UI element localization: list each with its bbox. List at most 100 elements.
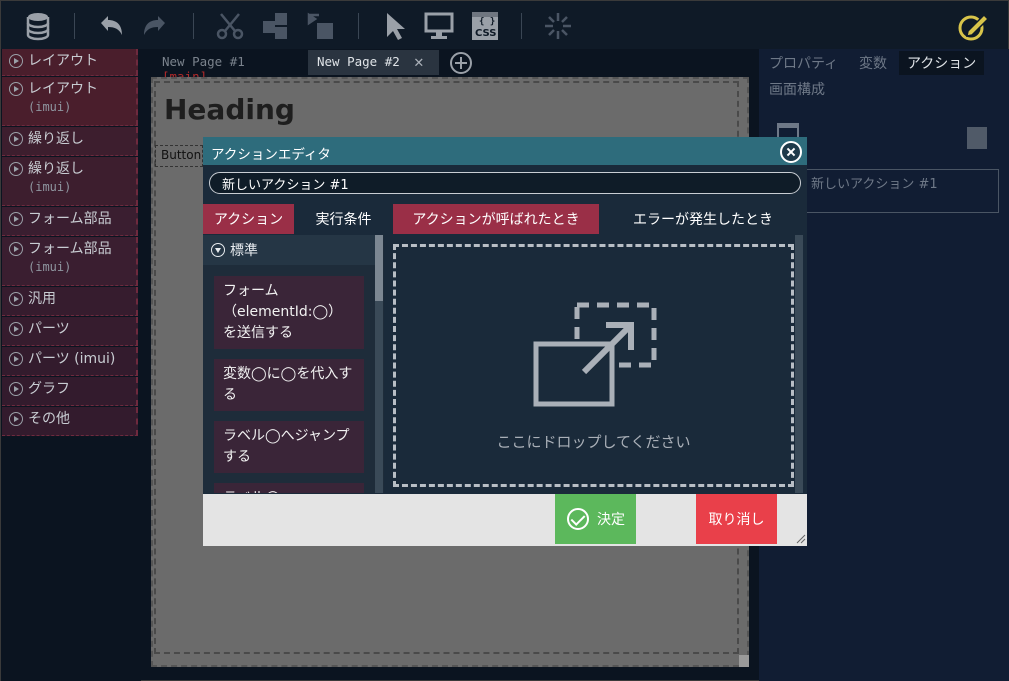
- palette-item-general[interactable]: 汎用: [2, 287, 138, 316]
- edit-icon[interactable]: [956, 9, 990, 43]
- palette-item-label: パーツ: [28, 321, 70, 337]
- play-circle-icon: [9, 162, 23, 176]
- palette-item-sublabel: (imui): [28, 180, 72, 194]
- palette-item-sublabel: (imui): [28, 100, 72, 114]
- palette-item-parts[interactable]: パーツ: [2, 317, 138, 346]
- palette-item-label: フォーム部品: [28, 241, 112, 257]
- database-icon[interactable]: [21, 9, 55, 43]
- play-circle-icon: [9, 292, 23, 306]
- palette-item-label: グラフ: [28, 381, 70, 397]
- action-list-scroll-thumb[interactable]: [375, 235, 383, 301]
- play-circle-icon: [9, 132, 23, 146]
- css-icon[interactable]: { } CSS: [468, 9, 502, 43]
- tab-action[interactable]: アクション: [203, 204, 294, 234]
- cancel-label: 取り消し: [708, 512, 765, 528]
- cut-icon[interactable]: [213, 9, 247, 43]
- toolbar-separator: [193, 13, 194, 39]
- action-editor-dialog: アクションエディタ アクション 実行条件 アクションが呼ばれたとき エラーが発生…: [203, 137, 807, 546]
- copy-icon[interactable]: [259, 9, 293, 43]
- palette-item-parts-imui[interactable]: パーツ (imui): [2, 347, 138, 376]
- palette-item-repeat-imui[interactable]: 繰り返し (imui): [2, 157, 138, 206]
- tab-new-page-1[interactable]: New Page #1 [main]: [153, 50, 305, 84]
- dialog-footer: 決定 取り消し: [203, 494, 807, 546]
- tab-label: New Page #2: [317, 54, 400, 69]
- category-header[interactable]: 標準: [203, 235, 375, 265]
- play-circle-icon: [9, 82, 23, 96]
- palette-item-label: レイアウト: [28, 53, 98, 69]
- action-card-assign-variable[interactable]: 変数◯に◯を代入する: [214, 359, 364, 411]
- undo-icon[interactable]: [93, 9, 127, 43]
- palette-item-label: 汎用: [28, 291, 56, 307]
- play-circle-icon: [9, 322, 23, 336]
- tab-on-error[interactable]: エラーが発生したとき: [599, 204, 807, 234]
- play-circle-icon: [9, 352, 23, 366]
- component-palette: レイアウト レイアウト (imui) 繰り返し 繰り返し (imui) フォーム…: [1, 49, 141, 681]
- cancel-button[interactable]: 取り消し: [696, 494, 777, 544]
- toolbar-separator: [74, 13, 75, 39]
- play-circle-icon: [9, 54, 23, 68]
- action-list-panel: 標準 フォーム（elementId:◯）を送信する 変数◯に◯を代入する ラベル…: [203, 235, 384, 493]
- palette-item-form-parts[interactable]: フォーム部品: [2, 207, 138, 236]
- plus-icon-vertical: [460, 57, 462, 69]
- palette-item-form-parts-imui[interactable]: フォーム部品 (imui): [2, 237, 138, 286]
- tab-actions[interactable]: アクション: [899, 51, 985, 75]
- drop-zone[interactable]: ここにドロップしてください: [393, 244, 794, 487]
- close-dialog-icon[interactable]: [780, 141, 802, 163]
- canvas-heading[interactable]: Heading: [164, 93, 295, 126]
- trash-icon[interactable]: [967, 127, 987, 149]
- add-tab-button[interactable]: [450, 52, 472, 74]
- dialog-header: アクションエディタ: [203, 137, 807, 165]
- palette-item-label: パーツ (imui): [28, 351, 116, 367]
- palette-item-label: フォーム部品: [28, 211, 112, 227]
- tab-execution-condition[interactable]: 実行条件: [294, 204, 393, 234]
- drop-icon: [533, 302, 657, 407]
- confirm-button[interactable]: 決定: [555, 494, 636, 544]
- palette-item-label: 繰り返し: [28, 161, 84, 177]
- action-card-submit-form[interactable]: フォーム（elementId:◯）を送信する: [214, 276, 364, 349]
- action-card-jump-label[interactable]: ラベル◯へジャンプする: [214, 421, 364, 473]
- tab-label: New Page #1: [162, 54, 245, 69]
- drop-zone-text: ここにドロップしてください: [496, 433, 691, 451]
- action-name-input[interactable]: [209, 172, 801, 194]
- redo-icon[interactable]: [139, 9, 173, 43]
- close-tab-icon[interactable]: ✕: [414, 52, 424, 71]
- tab-screen-structure[interactable]: 画面構成: [769, 79, 825, 99]
- tab-on-called[interactable]: アクションが呼ばれたとき: [393, 204, 599, 234]
- palette-item-repeat[interactable]: 繰り返し: [2, 127, 138, 156]
- preview-icon[interactable]: [422, 9, 456, 43]
- canvas-scrollbar[interactable]: [739, 655, 749, 667]
- play-circle-icon: [9, 382, 23, 396]
- sparkle-icon[interactable]: [541, 9, 575, 43]
- palette-item-sublabel: (imui): [28, 260, 72, 274]
- palette-item-label: 繰り返し: [28, 131, 84, 147]
- palette-item-other[interactable]: その他: [2, 407, 138, 436]
- action-card-label[interactable]: ラベル◯: [214, 483, 364, 493]
- play-circle-icon: [9, 242, 23, 256]
- tab-new-page-2[interactable]: New Page #2 ✕: [308, 50, 439, 75]
- toolbar-separator: [521, 13, 522, 39]
- check-circle-icon: [567, 508, 589, 530]
- paste-icon[interactable]: [303, 9, 337, 43]
- drop-area-scrollbar[interactable]: [795, 235, 803, 493]
- palette-item-label: その他: [28, 411, 70, 427]
- palette-item-layout[interactable]: レイアウト: [2, 49, 138, 76]
- dialog-title: アクションエディタ: [211, 147, 331, 163]
- palette-item-graph[interactable]: グラフ: [2, 377, 138, 406]
- confirm-label: 決定: [597, 512, 625, 528]
- select-icon[interactable]: [379, 9, 413, 43]
- toolbar: { } CSS: [1, 1, 1008, 49]
- action-list-item[interactable]: 新しいアクション #1: [811, 173, 938, 192]
- canvas-button[interactable]: Button: [155, 145, 203, 167]
- toolbar-separator: [358, 13, 359, 39]
- chevron-down-icon: [211, 243, 225, 257]
- css-icon-label: { }: [479, 17, 496, 27]
- css-icon-text: CSS: [475, 28, 497, 39]
- palette-item-label: レイアウト: [28, 81, 98, 97]
- tab-properties[interactable]: プロパティ: [761, 51, 846, 75]
- category-label: 標準: [230, 243, 258, 259]
- palette-item-layout-imui[interactable]: レイアウト (imui): [2, 77, 138, 126]
- play-circle-icon: [9, 412, 23, 426]
- play-circle-icon: [9, 212, 23, 226]
- resize-grip-icon[interactable]: [796, 534, 806, 544]
- tab-variables[interactable]: 変数: [851, 51, 895, 75]
